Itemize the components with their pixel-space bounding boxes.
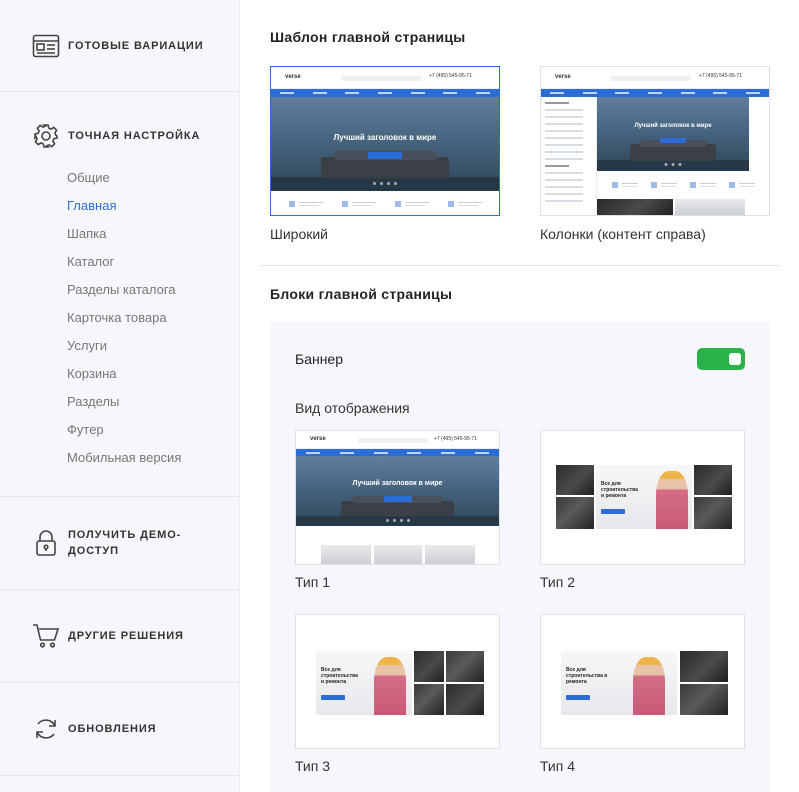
banner-row: Баннер: [295, 347, 745, 371]
sidebar: Готовые вариации Точная настройка Общие …: [0, 0, 240, 792]
preview-cta: [368, 152, 402, 159]
preview-features: [271, 191, 499, 215]
main-content: Шаблон главной страницы verse +7 (495) 5…: [260, 0, 780, 792]
preview-promo: Все для строительства и ремонта: [541, 431, 744, 564]
preview-cta: [660, 138, 686, 143]
template-option-columns[interactable]: verse +7 (495) 545-95-71 Лучший заголово…: [540, 66, 770, 216]
preview-header: verse +7 (495) 545-95-71: [296, 431, 499, 449]
banner-type-2-caption: Тип 2: [540, 574, 576, 590]
submenu-item-mobile[interactable]: Мобильная версия: [67, 444, 239, 472]
preview-headline: Лучший заголовок в мире: [352, 480, 443, 487]
preview-search: [341, 76, 421, 81]
preview-promo: Все для строительства и ремонта: [296, 615, 499, 748]
sidebar-item-label: Получить демо-доступ: [68, 529, 182, 557]
submenu-item-cart[interactable]: Корзина: [67, 360, 239, 388]
template-caption-columns: Колонки (контент справа): [540, 226, 706, 242]
preview-features: [597, 175, 769, 195]
preview-hero-image: Лучший заголовок в мире: [597, 97, 749, 171]
preview-logo: verse: [285, 74, 301, 80]
toggle-knob: [729, 353, 741, 365]
banner-type-1[interactable]: verse +7 (495) 545-95-71 Лучший заголово…: [295, 430, 500, 565]
fine-tuning-submenu: Общие Главная Шапка Каталог Разделы ката…: [32, 164, 239, 472]
submenu-item-catalog-sections[interactable]: Разделы каталога: [67, 276, 239, 304]
preview-promo-text: Все для строительства и ремонта: [601, 481, 638, 499]
submenu-item-footer[interactable]: Футер: [67, 416, 239, 444]
refresh-icon: [32, 715, 60, 743]
banner-type-1-caption: Тип 1: [295, 574, 331, 590]
preview-phone: +7 (495) 545-95-71: [429, 73, 472, 79]
preview-promo-text: Все для строительства и ремонта: [321, 667, 358, 685]
sidebar-item-label: Другие решения: [68, 630, 184, 642]
preview-search: [611, 76, 691, 81]
preview-header: verse +7 (495) 545-95-71: [541, 67, 769, 89]
gear-icon: [32, 122, 60, 150]
banner-title: Баннер: [295, 351, 344, 367]
preview-promo-text: Все для строительства и ремонта: [566, 667, 608, 685]
preview-promo-button: [601, 509, 625, 514]
preview-headline: Лучший заголовок в мире: [333, 133, 437, 142]
submenu-item-header[interactable]: Шапка: [67, 220, 239, 248]
sidebar-item-other-solutions[interactable]: Другие решения: [0, 590, 239, 683]
submenu-item-sections[interactable]: Разделы: [67, 388, 239, 416]
sidebar-item-updates[interactable]: Обновления: [0, 683, 239, 776]
sidebar-item-variations[interactable]: Готовые вариации: [0, 0, 239, 92]
banner-type-3[interactable]: Все для строительства и ремонта: [295, 614, 500, 749]
template-section-title: Шаблон главной страницы: [270, 29, 466, 45]
preview-hero-image: Лучший заголовок в мире: [296, 456, 499, 526]
banner-type-2[interactable]: Все для строительства и ремонта: [540, 430, 745, 565]
preview-logo: verse: [555, 74, 571, 80]
preview-header: verse +7 (495) 545-95-71: [271, 67, 499, 89]
submenu-item-general[interactable]: Общие: [67, 164, 239, 192]
banner-toggle[interactable]: [697, 348, 745, 370]
cart-icon: [32, 622, 60, 650]
preview-promo-button: [321, 695, 345, 700]
section-divider: [260, 265, 780, 266]
preview-nav: [296, 449, 499, 456]
view-mode-label: Вид отображения: [295, 400, 410, 416]
sidebar-item-label: Точная настройка: [68, 130, 201, 142]
sidebar-section-fine-tuning: Точная настройка Общие Главная Шапка Кат…: [0, 92, 239, 497]
preview-promo: Все для строительства и ремонта: [541, 615, 744, 748]
submenu-item-services[interactable]: Услуги: [67, 332, 239, 360]
preview-promo-button: [566, 695, 590, 700]
template-icon: [32, 32, 60, 60]
preview-cta: [383, 496, 412, 502]
preview-logo: verse: [310, 436, 326, 442]
preview-headline: Лучший заголовок в мире: [634, 123, 712, 129]
preview-left-column: [541, 97, 597, 215]
preview-phone: +7 (495) 545-95-71: [699, 73, 742, 79]
template-option-wide[interactable]: verse +7 (495) 545-95-71 Лучший заголово…: [270, 66, 500, 216]
sidebar-item-fine-tuning[interactable]: Точная настройка: [32, 122, 239, 150]
preview-nav: [541, 89, 769, 97]
banner-type-4-caption: Тип 4: [540, 758, 576, 774]
banner-type-4[interactable]: Все для строительства и ремонта: [540, 614, 745, 749]
submenu-item-product-card[interactable]: Карточка товара: [67, 304, 239, 332]
preview-search: [358, 438, 428, 443]
sidebar-item-label: Обновления: [68, 723, 157, 735]
banner-block-panel: Баннер Вид отображения verse +7 (495) 54…: [270, 322, 770, 792]
banner-type-3-caption: Тип 3: [295, 758, 331, 774]
sidebar-item-demo[interactable]: Получить демо-доступ: [0, 497, 239, 590]
preview-phone: +7 (495) 545-95-71: [434, 436, 477, 442]
lock-icon: [32, 529, 60, 557]
submenu-item-catalog[interactable]: Каталог: [67, 248, 239, 276]
template-caption-wide: Широкий: [270, 226, 328, 242]
blocks-section-title: Блоки главной страницы: [270, 286, 453, 302]
sidebar-item-label: Готовые вариации: [68, 39, 204, 52]
preview-nav: [271, 89, 499, 97]
preview-hero-image: Лучший заголовок в мире: [271, 97, 499, 191]
submenu-item-main[interactable]: Главная: [67, 192, 239, 220]
